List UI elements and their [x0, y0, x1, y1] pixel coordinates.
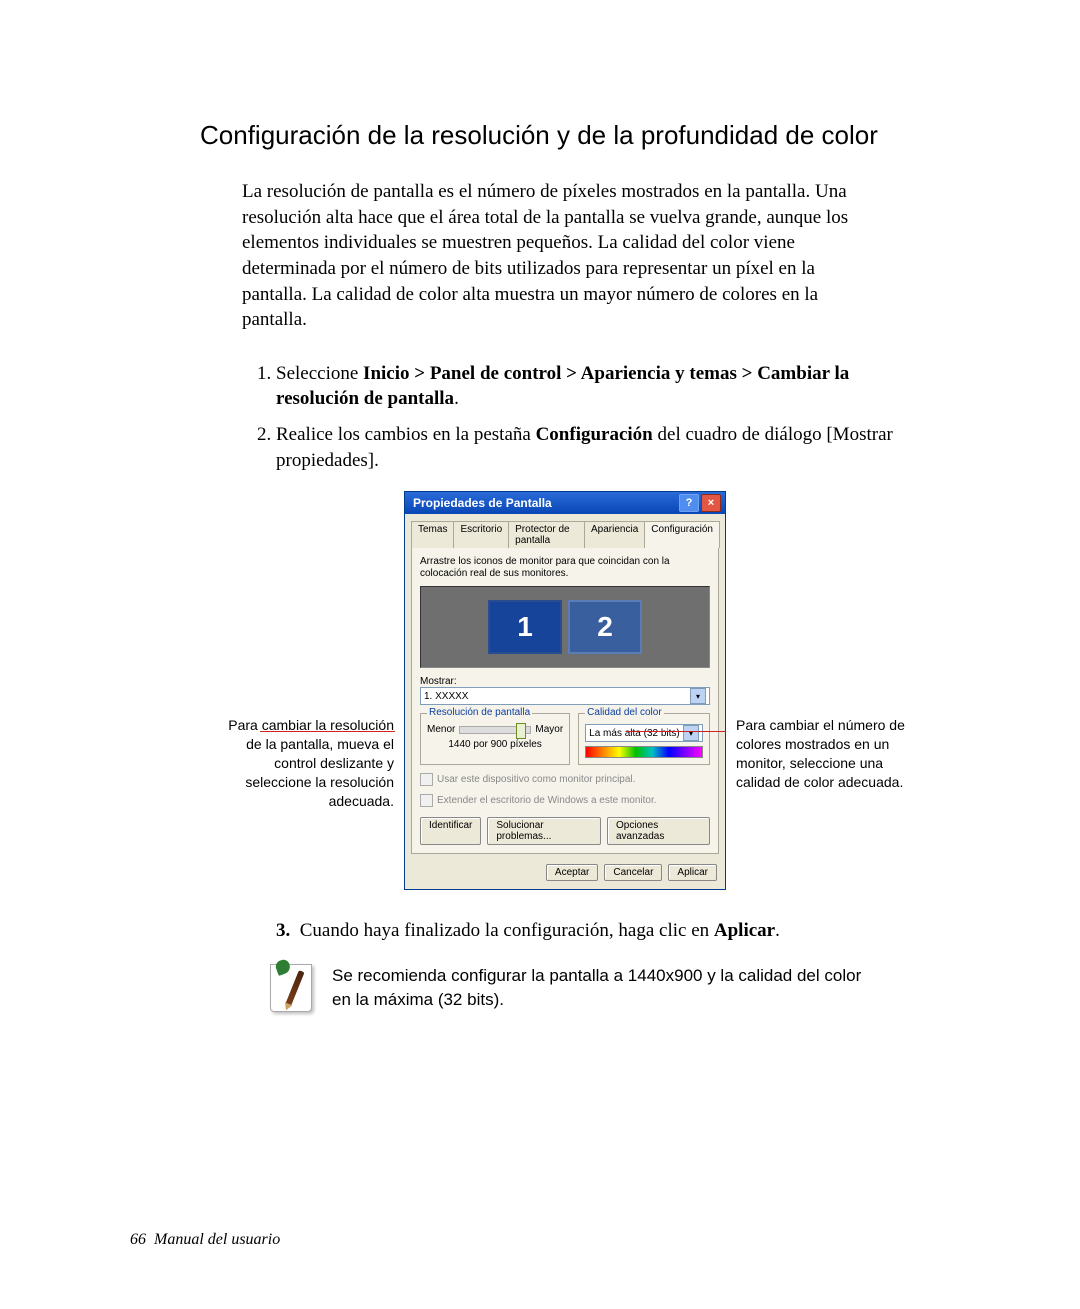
resolution-max-label: Mayor — [535, 724, 563, 735]
step1-post: . — [454, 388, 459, 409]
color-spectrum-icon — [585, 746, 703, 758]
step-1: Seleccione Inicio > Panel de control > A… — [276, 361, 916, 412]
display-select-value: 1. XXXXX — [424, 691, 468, 702]
page-title: Configuración de la resolución y de la p… — [200, 120, 990, 151]
recommendation-note: Se recomienda configurar la pantalla a 1… — [270, 964, 990, 1018]
step-list: Seleccione Inicio > Panel de control > A… — [242, 361, 916, 474]
display-label: Mostrar: — [420, 676, 710, 687]
leader-line-left — [260, 731, 395, 732]
extend-desktop-checkbox-row: Extender el escritorio de Windows a este… — [420, 794, 710, 807]
checkbox-primary-label: Usar este dispositivo como monitor princ… — [437, 774, 635, 785]
close-button[interactable]: × — [701, 494, 721, 512]
checkbox-extend[interactable] — [420, 794, 433, 807]
apply-button[interactable]: Aplicar — [668, 864, 717, 881]
step1-pre: Seleccione — [276, 363, 363, 384]
tab-apariencia[interactable]: Apariencia — [584, 521, 645, 548]
slider-thumb-icon[interactable] — [516, 723, 526, 739]
figure-row: Para cambiar la resolución de la pantall… — [140, 491, 990, 890]
resolution-value: 1440 por 900 píxeles — [427, 739, 563, 750]
display-select[interactable]: 1. XXXXX ▾ — [420, 687, 710, 705]
resolution-slider[interactable] — [459, 726, 531, 734]
monitor-1-icon[interactable]: 1 — [488, 600, 562, 654]
step2-pre: Realice los cambios en la pestaña — [276, 424, 536, 445]
advanced-button[interactable]: Opciones avanzadas — [607, 817, 710, 845]
intro-paragraph: La resolución de pantalla es el número d… — [242, 179, 882, 333]
color-quality-group: Calidad del color La más alta (32 bits) … — [578, 713, 710, 765]
step-2: Realice los cambios en la pestaña Config… — [276, 422, 916, 473]
step3-pre: Cuando haya finalizado la configuración,… — [300, 920, 714, 941]
checkbox-extend-label: Extender el escritorio de Windows a este… — [437, 795, 657, 806]
resolution-min-label: Menor — [427, 724, 455, 735]
tab-protector[interactable]: Protector de pantalla — [508, 521, 585, 548]
dialog-titlebar[interactable]: Propiedades de Pantalla ? × — [405, 492, 725, 514]
dialog-tabs: Temas Escritorio Protector de pantalla A… — [411, 520, 719, 547]
color-quality-select[interactable]: La más alta (32 bits) ▾ — [585, 724, 703, 742]
drag-instruction: Arrastre los iconos de monitor para que … — [420, 556, 710, 580]
chevron-down-icon[interactable]: ▾ — [690, 688, 706, 704]
note-text: Se recomienda configurar la pantalla a 1… — [332, 964, 872, 1012]
step2-bold: Configuración — [536, 424, 653, 445]
resolution-group: Resolución de pantalla Menor Mayor 1440 … — [420, 713, 570, 765]
step3-bold: Aplicar — [714, 920, 775, 941]
page-number: 66 — [130, 1231, 146, 1248]
ok-button[interactable]: Aceptar — [546, 864, 598, 881]
tab-temas[interactable]: Temas — [411, 521, 454, 548]
leader-line-right — [626, 731, 726, 732]
resolution-group-title: Resolución de pantalla — [427, 707, 532, 718]
identify-button[interactable]: Identificar — [420, 817, 481, 845]
callout-color-quality: Para cambiar el número de colores mostra… — [736, 716, 916, 792]
monitor-preview[interactable]: 1 2 — [420, 586, 710, 668]
help-button[interactable]: ? — [679, 494, 699, 512]
tab-escritorio[interactable]: Escritorio — [453, 521, 509, 548]
step-3: 3. Cuando haya finalizado la configuraci… — [276, 920, 990, 942]
color-quality-value: La más alta (32 bits) — [589, 728, 680, 739]
dialog-panel: Arrastre los iconos de monitor para que … — [411, 547, 719, 854]
footer-label: Manual del usuario — [154, 1231, 280, 1248]
dialog-title: Propiedades de Pantalla — [413, 496, 552, 510]
primary-monitor-checkbox-row: Usar este dispositivo como monitor princ… — [420, 773, 710, 786]
cancel-button[interactable]: Cancelar — [604, 864, 662, 881]
note-pencil-icon — [270, 964, 318, 1018]
chevron-down-icon[interactable]: ▾ — [683, 725, 699, 741]
color-group-title: Calidad del color — [585, 707, 664, 718]
troubleshoot-button[interactable]: Solucionar problemas... — [487, 817, 601, 845]
tab-configuracion[interactable]: Configuración — [644, 521, 720, 548]
page-footer: 66 Manual del usuario — [130, 1231, 280, 1249]
display-properties-dialog: Propiedades de Pantalla ? × Temas Escrit… — [404, 491, 726, 890]
monitor-2-icon[interactable]: 2 — [568, 600, 642, 654]
checkbox-primary[interactable] — [420, 773, 433, 786]
step3-post: . — [775, 920, 780, 941]
